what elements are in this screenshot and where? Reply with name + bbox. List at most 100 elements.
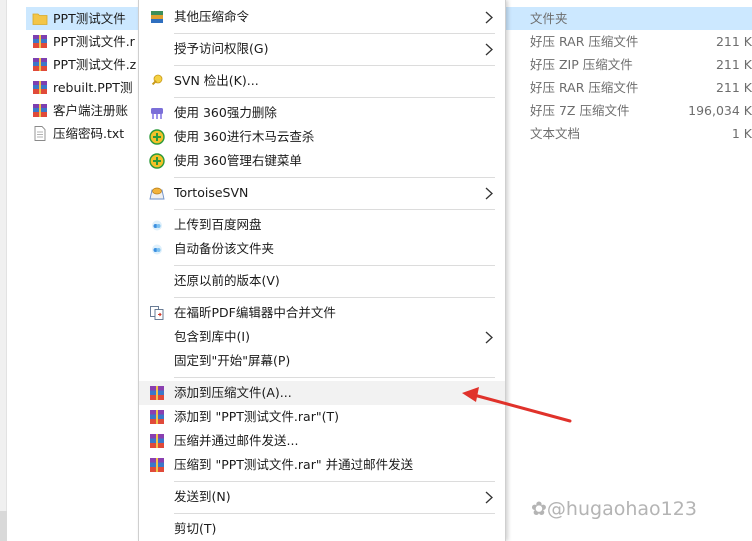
menu-item-add-to-rar[interactable]: 添加到 "PPT测试文件.rar"(T) <box>139 405 505 429</box>
file-row[interactable]: 压缩密码.txt <box>26 122 146 145</box>
file-type: 好压 7Z 压缩文件 <box>530 103 630 118</box>
details-row[interactable]: 好压 7Z 压缩文件 196,034 K <box>506 99 752 122</box>
360-scan-icon <box>149 129 165 145</box>
baidu-cloud-icon <box>152 220 162 231</box>
menu-item-360-scan[interactable]: 使用 360进行木马云查杀 <box>139 125 505 149</box>
menu-item-label: 使用 360进行木马云查杀 <box>174 129 315 144</box>
menu-item-grant-access[interactable]: 授予访问权限(G) <box>139 37 505 61</box>
menu-item-compress-and-email[interactable]: 压缩并通过邮件发送... <box>139 429 505 453</box>
menu-item-label: 其他压缩命令 <box>174 9 250 24</box>
haozip-icon <box>151 11 163 23</box>
menu-item-label: 压缩并通过邮件发送... <box>174 433 299 448</box>
menu-separator <box>174 33 495 34</box>
file-size: 211 K <box>715 57 752 72</box>
menu-separator <box>174 297 495 298</box>
file-name: PPT测试文件 <box>53 11 126 26</box>
winrar-icon <box>150 410 164 424</box>
file-row[interactable]: 客户端注册账 <box>26 99 146 122</box>
menu-item-restore-versions[interactable]: 还原以前的版本(V) <box>139 269 505 293</box>
chevron-right-icon <box>485 331 493 344</box>
menu-separator <box>174 513 495 514</box>
file-row[interactable]: PPT测试文件 <box>26 7 146 30</box>
menu-item-label: 授予访问权限(G) <box>174 41 269 56</box>
menu-item-label: 上传到百度网盘 <box>174 217 262 232</box>
menu-separator <box>174 65 495 66</box>
menu-item-label: 在福昕PDF编辑器中合并文件 <box>174 305 336 320</box>
file-name: PPT测试文件.r <box>53 34 135 49</box>
360-menu-icon <box>149 153 165 169</box>
file-name: rebuilt.PPT测 <box>53 80 133 95</box>
scroll-area <box>0 511 7 541</box>
menu-separator <box>174 481 495 482</box>
tortoisesvn-icon <box>149 187 165 200</box>
winrar-icon <box>150 386 164 400</box>
watermark-text: @hugaohao123 <box>546 498 697 520</box>
menu-separator <box>174 377 495 378</box>
menu-item-svn-checkout[interactable]: SVN 检出(K)... <box>139 69 505 93</box>
baidu-backup-icon <box>152 244 162 255</box>
menu-item-360-menu[interactable]: 使用 360管理右键菜单 <box>139 149 505 173</box>
context-menu: 其他压缩命令 授予访问权限(G) SVN 检出(K)... 使用 360强力删除… <box>138 0 506 541</box>
svn-checkout-icon <box>151 74 163 86</box>
file-row[interactable]: PPT测试文件.r <box>26 30 146 53</box>
file-name: PPT测试文件.z <box>53 57 137 72</box>
menu-item-include-in-library[interactable]: 包含到库中(I) <box>139 325 505 349</box>
winrar-archive-icon <box>33 58 47 71</box>
file-type: 文本文档 <box>530 126 581 141</box>
menu-item-360-shred[interactable]: 使用 360强力删除 <box>139 101 505 125</box>
details-row[interactable]: 文本文档 1 K <box>506 122 752 145</box>
menu-item-pin-to-start[interactable]: 固定到"开始"屏幕(P) <box>139 349 505 373</box>
menu-item-baidu-backup[interactable]: 自动备份该文件夹 <box>139 237 505 261</box>
menu-item-label: 剪切(T) <box>174 521 217 536</box>
menu-separator <box>174 177 495 178</box>
menu-item-send-to[interactable]: 发送到(N) <box>139 485 505 509</box>
menu-item-label: 还原以前的版本(V) <box>174 273 280 288</box>
menu-item-label: 使用 360管理右键菜单 <box>174 153 302 168</box>
menu-item-other-compress[interactable]: 其他压缩命令 <box>139 5 505 29</box>
chevron-right-icon <box>485 43 493 56</box>
arrow-head <box>462 387 479 402</box>
menu-item-label: 添加到 "PPT测试文件.rar"(T) <box>174 409 339 424</box>
foxit-merge-icon <box>150 306 164 320</box>
winrar-archive-icon <box>33 104 47 117</box>
details-row[interactable]: 好压 RAR 压缩文件 211 K <box>506 76 752 99</box>
details-row[interactable]: 好压 ZIP 压缩文件 211 K <box>506 53 752 76</box>
menu-separator <box>174 97 495 98</box>
details-columns: 文件夹 好压 RAR 压缩文件 211 K 好压 ZIP 压缩文件 211 K 好压… <box>506 7 752 145</box>
menu-item-label: 压缩到 "PPT测试文件.rar" 并通过邮件发送 <box>174 457 414 472</box>
menu-item-baidu-upload[interactable]: 上传到百度网盘 <box>139 213 505 237</box>
menu-item-compress-to-rar-and-email[interactable]: 压缩到 "PPT测试文件.rar" 并通过邮件发送 <box>139 453 505 477</box>
folder-icon <box>32 13 48 25</box>
details-row[interactable]: 好压 RAR 压缩文件 211 K <box>506 30 752 53</box>
file-row[interactable]: PPT测试文件.z <box>26 53 146 76</box>
menu-item-label: SVN 检出(K)... <box>174 73 259 88</box>
file-type: 文件夹 <box>530 11 568 26</box>
menu-item-tortoisesvn[interactable]: TortoiseSVN <box>139 181 505 205</box>
menu-item-label: 发送到(N) <box>174 489 231 504</box>
menu-item-foxit-merge[interactable]: 在福昕PDF编辑器中合并文件 <box>139 301 505 325</box>
menu-item-label: TortoiseSVN <box>174 185 249 200</box>
navigation-pane-edge <box>0 0 7 541</box>
menu-item-cut[interactable]: 剪切(T) <box>139 517 505 541</box>
text-file-icon <box>34 126 46 141</box>
menu-separator <box>174 209 495 210</box>
watermark: ✿@hugaohao123 <box>531 498 697 520</box>
file-size: 196,034 K <box>688 103 752 118</box>
file-type: 好压 RAR 压缩文件 <box>530 80 639 95</box>
menu-item-add-to-archive[interactable]: 添加到压缩文件(A)... <box>139 381 505 405</box>
file-name: 客户端注册账 <box>53 103 129 118</box>
menu-item-label: 固定到"开始"屏幕(P) <box>174 353 291 368</box>
winrar-icon <box>150 434 164 448</box>
chevron-right-icon <box>485 491 493 504</box>
file-size: 1 K <box>731 126 752 141</box>
menu-item-label: 包含到库中(I) <box>174 329 250 344</box>
file-name: 压缩密码.txt <box>53 126 125 141</box>
menu-separator <box>174 265 495 266</box>
file-row[interactable]: rebuilt.PPT测 <box>26 76 146 99</box>
360-shred-icon <box>151 108 163 119</box>
menu-item-label: 使用 360强力删除 <box>174 105 277 120</box>
winrar-archive-icon <box>33 35 47 48</box>
winrar-icon <box>150 458 164 472</box>
details-row[interactable]: 文件夹 <box>506 7 752 30</box>
file-list: PPT测试文件 PPT测试文件.r PPT测试文件.z rebuilt.PPT测… <box>26 7 146 145</box>
